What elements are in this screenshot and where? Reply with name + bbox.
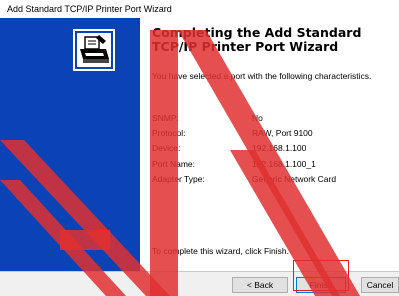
property-row-port-name: Port Name: 192.168.1.100_1 xyxy=(152,158,397,170)
back-button[interactable]: < Back xyxy=(232,277,288,293)
property-label: SNMP: xyxy=(152,113,179,123)
page-title: Completing the Add Standard TCP/IP Print… xyxy=(152,25,362,54)
property-value: 192.168.1.100 xyxy=(252,143,307,153)
property-label: Device: xyxy=(152,143,181,153)
wizard-content: Completing the Add Standard TCP/IP Print… xyxy=(140,18,399,271)
wizard-sidebar xyxy=(0,18,140,271)
property-value: No xyxy=(252,113,263,123)
cancel-button[interactable]: Cancel xyxy=(361,277,399,293)
finish-button[interactable]: Finish xyxy=(296,277,346,293)
property-value: Generic Network Card xyxy=(252,174,337,184)
property-row-device: Device: 192.168.1.100 xyxy=(152,142,397,154)
intro-text: You have selected a port with the follow… xyxy=(152,71,372,81)
property-row-adapter-type: Adapter Type: Generic Network Card xyxy=(152,173,397,185)
button-bar: < Back Finish Cancel xyxy=(0,272,399,296)
property-row-protocol: Protocol: RAW, Port 9100 xyxy=(152,127,397,139)
property-label: Port Name: xyxy=(152,159,195,169)
property-value: 192.168.1.100_1 xyxy=(252,159,316,169)
property-label: Protocol: xyxy=(152,128,186,138)
finish-instruction: To complete this wizard, click Finish. xyxy=(152,246,289,256)
window-title: Add Standard TCP/IP Printer Port Wizard xyxy=(0,0,399,18)
property-value: RAW, Port 9100 xyxy=(252,128,313,138)
property-label: Adapter Type: xyxy=(152,174,205,184)
printer-wizard-icon xyxy=(73,29,115,71)
property-row-snmp: SNMP: No xyxy=(152,112,397,124)
